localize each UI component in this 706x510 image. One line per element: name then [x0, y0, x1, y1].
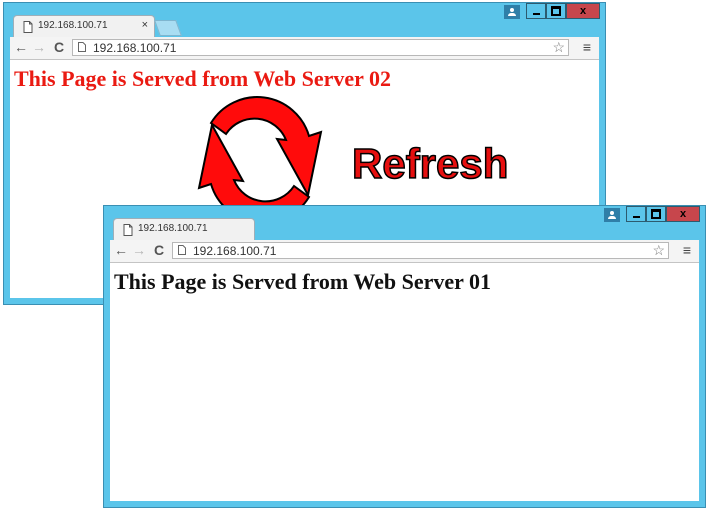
- url-text: 192.168.100.71: [193, 244, 277, 258]
- back-button[interactable]: ←: [14, 39, 28, 56]
- maximize-button[interactable]: [546, 3, 566, 19]
- window-controls: x: [604, 206, 700, 224]
- menu-icon[interactable]: ≡: [683, 242, 691, 258]
- browser-toolbar: ← → C 192.168.100.71 ☆ ≡: [10, 37, 599, 60]
- back-button[interactable]: ←: [114, 242, 128, 259]
- url-text: 192.168.100.71: [93, 41, 177, 55]
- window-controls: x: [504, 3, 600, 21]
- page-icon: [123, 224, 133, 236]
- close-button[interactable]: x: [666, 206, 700, 222]
- minimize-button[interactable]: [526, 3, 546, 19]
- minimize-button[interactable]: [626, 206, 646, 222]
- user-icon[interactable]: [604, 208, 620, 222]
- star-icon[interactable]: ☆: [652, 242, 665, 259]
- new-tab-button[interactable]: [154, 20, 182, 36]
- reload-button[interactable]: C: [54, 39, 64, 56]
- tab-title: 192.168.100.71: [138, 223, 208, 234]
- tab-close-button[interactable]: ×: [142, 19, 148, 31]
- page-icon: [178, 245, 186, 255]
- browser-toolbar: ← → C 192.168.100.71 ☆ ≡: [110, 240, 699, 263]
- address-bar[interactable]: 192.168.100.71 ☆: [172, 242, 669, 259]
- forward-button[interactable]: →: [32, 39, 46, 56]
- page-icon: [23, 21, 33, 33]
- user-icon[interactable]: [504, 5, 520, 19]
- reload-button[interactable]: C: [154, 242, 164, 259]
- page-heading: This Page is Served from Web Server 01: [114, 269, 492, 294]
- maximize-button[interactable]: [646, 206, 666, 222]
- tab-active[interactable]: 192.168.100.71: [113, 218, 255, 240]
- browser-window-front: 192.168.100.71 x ← → C 192.168.100.71 ☆ …: [103, 205, 706, 508]
- page-content: This Page is Served from Web Server 01: [110, 263, 699, 501]
- tab-active[interactable]: 192.168.100.71 ×: [13, 15, 155, 37]
- page-icon: [78, 42, 86, 52]
- close-button[interactable]: x: [566, 3, 600, 19]
- menu-icon[interactable]: ≡: [583, 39, 591, 55]
- refresh-label: Refresh: [351, 139, 509, 188]
- forward-button[interactable]: →: [132, 242, 146, 259]
- star-icon[interactable]: ☆: [552, 39, 565, 56]
- tab-title: 192.168.100.71: [38, 20, 108, 31]
- address-bar[interactable]: 192.168.100.71 ☆: [72, 39, 569, 56]
